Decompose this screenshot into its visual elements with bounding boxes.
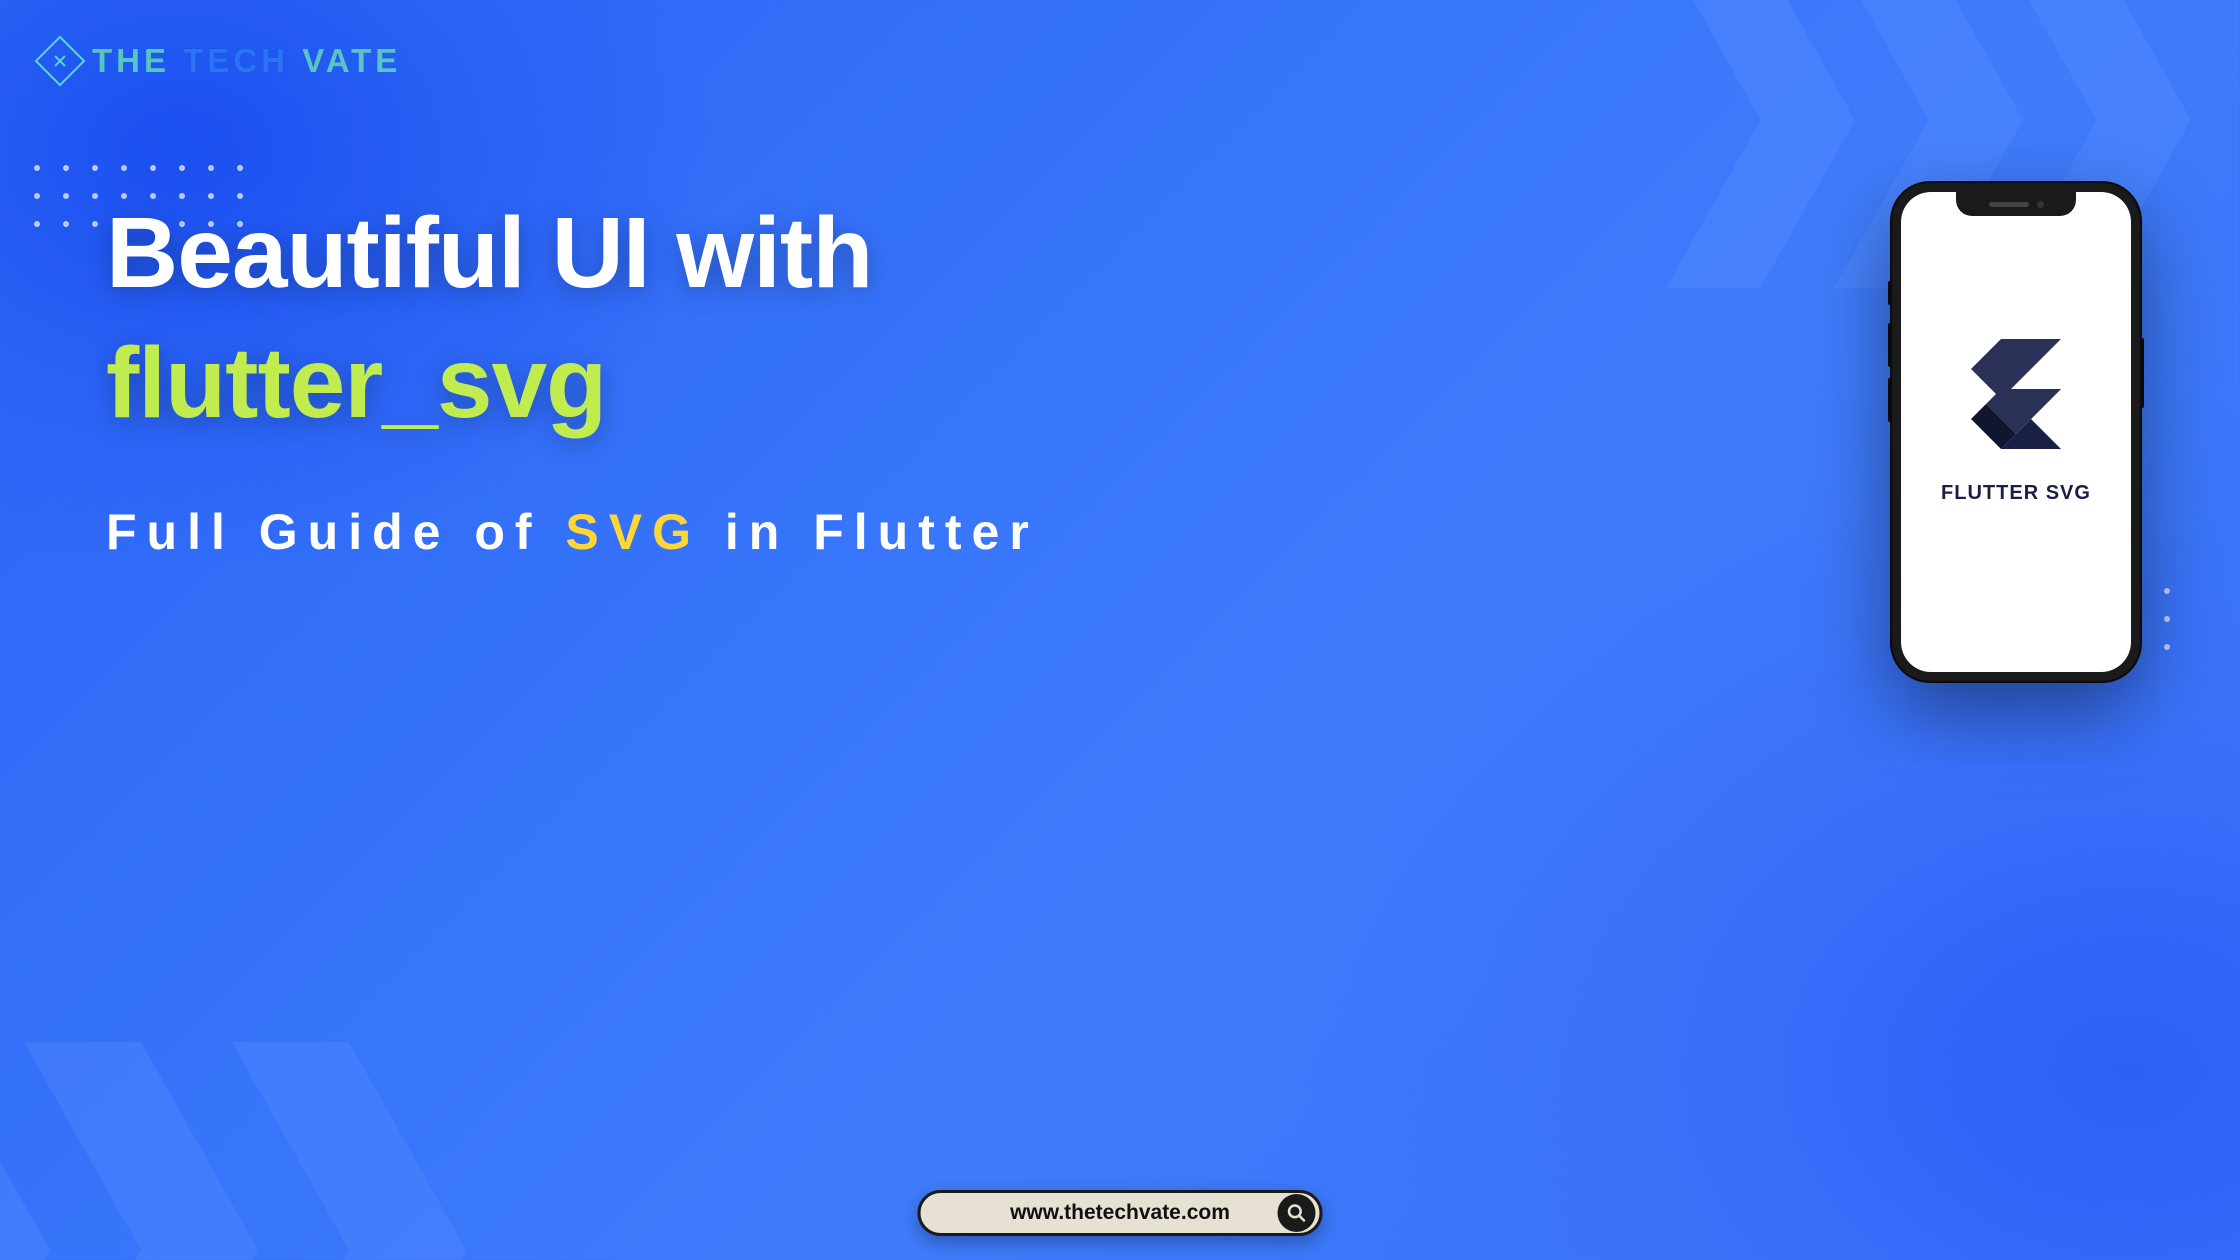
subtitle-post: in Flutter [701, 504, 1039, 560]
phone-mute-switch [1888, 281, 1892, 305]
dot [34, 165, 40, 171]
dot [150, 165, 156, 171]
dot [121, 165, 127, 171]
brand-word-1: THE [92, 42, 170, 79]
dot [63, 221, 69, 227]
flutter-icon [1971, 339, 2061, 454]
dot [34, 193, 40, 199]
phone-volume-down [1888, 378, 1892, 422]
subtitle: Full Guide of SVG in Flutter [106, 503, 1740, 561]
banner-canvas: THE TECH VATE Beautiful UI with flutter_… [0, 0, 2240, 1260]
title-line-2: flutter_svg [106, 327, 606, 439]
dot [63, 193, 69, 199]
website-url: www.thetechvate.com [1010, 1201, 1230, 1225]
dot [2164, 644, 2170, 650]
phone-app-label: FLUTTER SVG [1941, 482, 2091, 505]
brand-name: THE TECH VATE [92, 42, 401, 80]
brand-word-2: TECH [183, 42, 289, 79]
main-title: Beautiful UI with flutter_svg [106, 188, 1740, 448]
search-icon[interactable] [1278, 1194, 1316, 1232]
dot [92, 221, 98, 227]
dot [92, 193, 98, 199]
dot [63, 165, 69, 171]
brand-diamond-icon [35, 36, 86, 87]
phone-volume-up [1888, 323, 1892, 367]
dot [2164, 616, 2170, 622]
dot [2164, 588, 2170, 594]
title-line-1: Beautiful UI with [106, 197, 872, 309]
subtitle-pre: Full Guide of [106, 504, 565, 560]
dot [208, 165, 214, 171]
dot [179, 165, 185, 171]
phone-screen: FLUTTER SVG [1901, 192, 2131, 672]
dot [34, 221, 40, 227]
phone-power-button [2140, 338, 2144, 408]
website-pill[interactable]: www.thetechvate.com [918, 1190, 1323, 1236]
dot [92, 165, 98, 171]
subtitle-highlight: SVG [565, 504, 701, 560]
brand-logo: THE TECH VATE [42, 42, 401, 80]
brand-word-3: VATE [302, 42, 401, 79]
headline-block: Beautiful UI with flutter_svg Full Guide… [106, 188, 1740, 561]
phone-content: FLUTTER SVG [1901, 192, 2131, 672]
chevron-decoration-bottom-left [0, 1042, 492, 1260]
phone-mockup: FLUTTER SVG [1892, 183, 2140, 681]
dot [237, 165, 243, 171]
